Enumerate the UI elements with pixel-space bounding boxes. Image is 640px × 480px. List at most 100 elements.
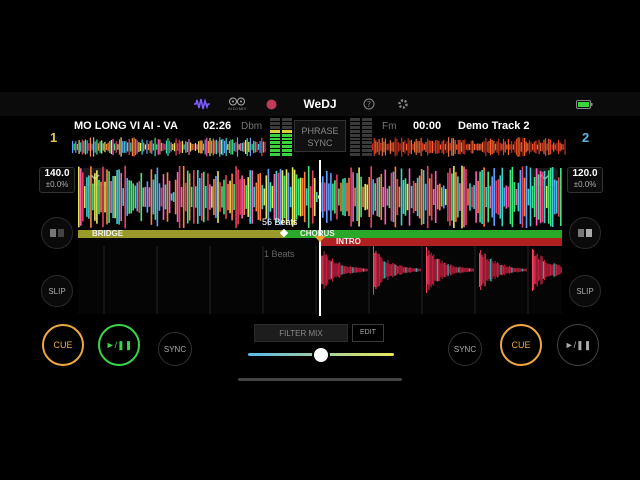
waveform-bar: [123, 141, 125, 153]
waveform-bar: [432, 189, 435, 205]
deck2-bpm-display[interactable]: 120.0 ±0.0%: [567, 167, 603, 193]
waveform-bar: [551, 264, 553, 276]
waveform-bar: [204, 139, 206, 155]
waveform-bar: [557, 265, 559, 275]
waveform-bar: [452, 138, 454, 156]
waveform-bar: [92, 183, 94, 211]
deck2-sync-button[interactable]: SYNC: [448, 332, 482, 366]
gear-icon[interactable]: [396, 96, 410, 112]
waveform-bar: [461, 165, 463, 229]
waveform-bar: [420, 137, 422, 157]
waveform-bar: [495, 263, 497, 277]
waveform-bar: [341, 265, 343, 275]
deck2-play-pause-button[interactable]: ►/❚❚: [557, 324, 599, 366]
waveform-bar: [115, 141, 117, 153]
deck2-track-title[interactable]: Demo Track 2: [458, 120, 564, 132]
crossfader-knob[interactable]: [312, 346, 330, 364]
waveform-bar: [96, 139, 98, 155]
waveform-icon[interactable]: [192, 96, 212, 112]
waveform-bar: [440, 263, 442, 277]
waveform-bar: [446, 141, 448, 153]
ai-dj-icon[interactable]: AI DJ MIX: [226, 96, 248, 112]
waveform-bar: [96, 170, 98, 224]
waveform-bar: [303, 171, 306, 223]
waveform-bar: [262, 141, 264, 153]
deck1-overview-waveform[interactable]: [72, 137, 266, 157]
waveform-bar: [394, 264, 396, 276]
waveform-bar: [435, 259, 437, 282]
deck1-play-pause-button[interactable]: ►/❚❚: [98, 324, 140, 366]
waveform-bar: [443, 185, 445, 209]
waveform-bar: [225, 175, 227, 219]
phrase-sync-button[interactable]: PHRASE SYNC: [294, 120, 346, 152]
waveform-bar: [238, 144, 240, 150]
waveform-bar: [481, 254, 483, 286]
help-icon[interactable]: ?: [362, 96, 376, 112]
waveform-bar: [447, 172, 449, 222]
waveform-bar: [259, 141, 261, 153]
deck1-slip-button[interactable]: SLIP: [41, 275, 73, 307]
waveform-bar: [334, 180, 336, 214]
waveform-bar: [559, 265, 561, 275]
waveform-bar: [473, 185, 475, 209]
deck2-bpm: 120.0: [572, 168, 598, 179]
waveform-bar: [441, 141, 443, 153]
waveform-bar: [281, 170, 284, 224]
deck2-cue-button[interactable]: CUE: [500, 324, 542, 366]
waveform-bar: [414, 141, 416, 153]
waveform-bar: [344, 177, 346, 217]
waveform-bar: [560, 168, 562, 226]
waveform-bar: [174, 179, 177, 215]
record-icon[interactable]: [264, 96, 278, 112]
waveform-bar: [383, 141, 385, 153]
waveform-bar: [464, 267, 466, 273]
waveform-bar: [201, 140, 203, 154]
waveform-bar: [219, 182, 221, 212]
deck1-track-title[interactable]: MO LONG VI AI - VA: [74, 120, 180, 132]
waveform-bar: [478, 143, 480, 151]
waveform-bar: [490, 138, 492, 156]
deck2-slip-button[interactable]: SLIP: [569, 275, 601, 307]
waveform-bar: [402, 180, 405, 214]
waveform-bar: [558, 177, 560, 217]
deck2-loop-button[interactable]: [569, 217, 601, 249]
edit-button[interactable]: EDIT: [352, 324, 384, 342]
waveform-bar: [321, 255, 323, 284]
waveform-bar: [329, 260, 331, 280]
waveform-bar: [376, 177, 379, 217]
waveform-bar: [354, 187, 356, 207]
waveform-bar: [437, 184, 439, 210]
waveform-bar: [184, 182, 187, 212]
waveform-bar: [378, 139, 380, 155]
waveform-bar: [175, 138, 177, 156]
waveform-bar: [562, 144, 564, 150]
waveform-bar: [446, 265, 448, 275]
waveform-bar: [543, 139, 545, 155]
waveform-bar: [397, 142, 400, 152]
waveform-bar: [400, 168, 403, 226]
waveform-bar: [498, 138, 500, 156]
filter-mix-button[interactable]: FILTER MIX: [254, 324, 348, 342]
waveform-bar: [531, 185, 534, 209]
waveform-bar: [370, 166, 372, 228]
deck1-loop-button[interactable]: [41, 217, 73, 249]
waveform-bar: [241, 175, 243, 219]
waveform-bar: [553, 263, 555, 277]
waveform-bar: [202, 143, 205, 151]
waveform-bar: [463, 267, 465, 273]
deck1-cue-button[interactable]: CUE: [42, 324, 84, 366]
crossfader[interactable]: [246, 344, 396, 366]
waveform-bar: [183, 144, 185, 150]
waveform-bar: [259, 173, 262, 221]
waveform-bar: [104, 181, 106, 213]
waveform-bar: [154, 137, 156, 157]
deck2-overview-waveform[interactable]: [372, 137, 566, 157]
waveform-bar: [404, 140, 406, 154]
waveform-bar: [541, 256, 543, 284]
waveform-bar: [297, 178, 300, 216]
waveform-bar: [482, 257, 484, 283]
waveform-bar: [215, 176, 217, 218]
deck1-sync-button[interactable]: SYNC: [158, 332, 192, 366]
deck1-bpm-display[interactable]: 140.0 ±0.0%: [39, 167, 75, 193]
waveform-bar: [110, 140, 112, 154]
